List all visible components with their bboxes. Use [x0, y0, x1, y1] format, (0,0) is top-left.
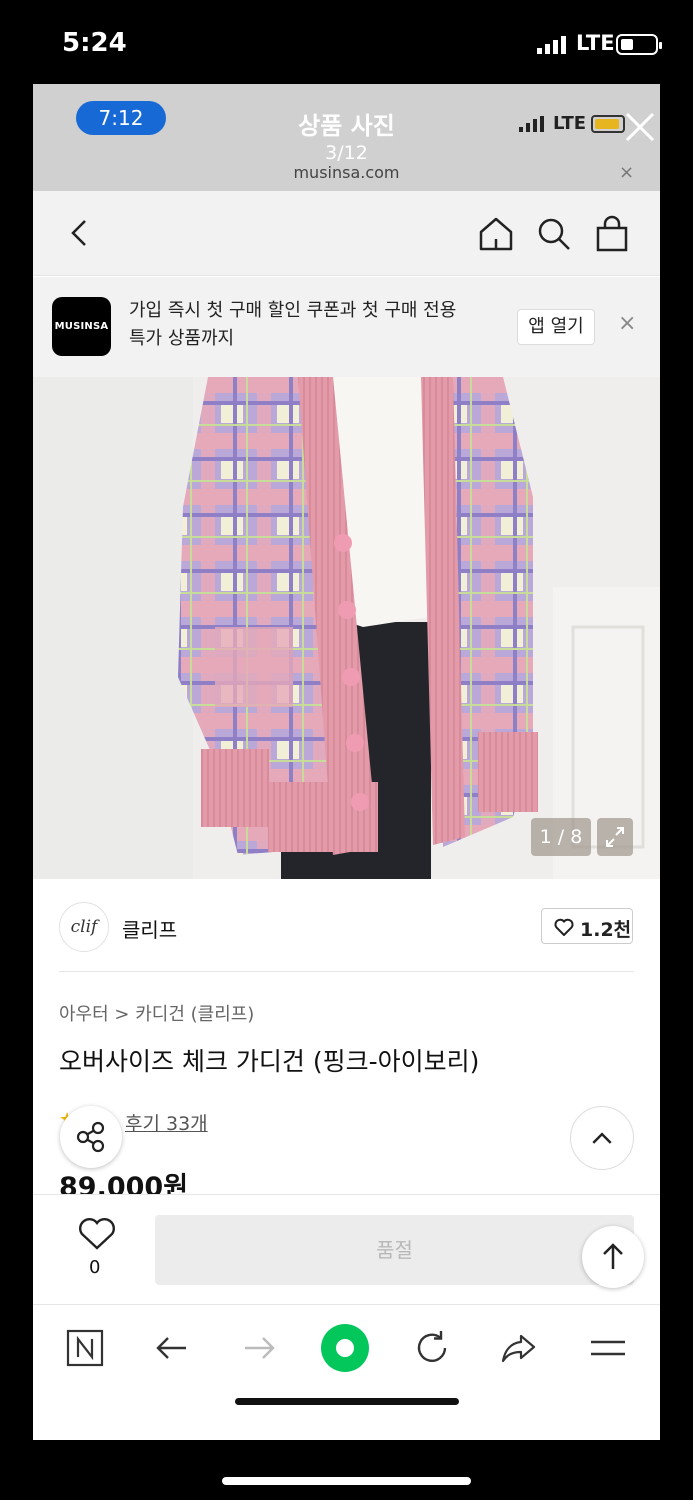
signal-icon — [519, 116, 544, 132]
naver-icon[interactable] — [65, 1328, 105, 1368]
network-label: LTE — [576, 31, 615, 55]
open-app-button[interactable]: 앱 열기 — [517, 309, 595, 345]
app-install-banner: MUSINSA 가입 즉시 첫 구매 할인 쿠폰과 첫 구매 전용 특가 상품까… — [33, 277, 660, 377]
image-counter: 1 / 8 — [531, 818, 591, 856]
banner-text: 가입 즉시 첫 구매 할인 쿠폰과 첫 구매 전용 특가 상품까지 — [129, 297, 499, 353]
arrow-right-icon[interactable] — [239, 1328, 279, 1368]
screenshot-frame: 7:12 상품 사진 3/12 musinsa.com × LTE MUSINS… — [33, 84, 660, 1440]
search-icon[interactable] — [535, 215, 573, 253]
home-icon[interactable] — [477, 215, 515, 253]
arrow-left-icon[interactable] — [152, 1328, 192, 1368]
share-arrow-icon[interactable] — [499, 1328, 539, 1368]
banner-line-1: 가입 즉시 첫 구매 할인 쿠폰과 첫 구매 전용 — [129, 300, 457, 321]
viewer-counter: 3/12 — [325, 142, 368, 164]
shopping-bag-icon[interactable] — [593, 215, 631, 253]
soldout-button[interactable]: 품절 — [155, 1215, 634, 1285]
outer-status-bar: 5:24 LTE — [0, 0, 693, 84]
purchase-bar: 0 품절 — [33, 1194, 660, 1304]
share-icon[interactable] — [60, 1106, 122, 1168]
battery-icon — [616, 34, 662, 55]
banner-close-icon[interactable]: × — [618, 311, 636, 336]
brand-like-count: 1.2천 — [580, 919, 632, 941]
heart-icon[interactable] — [77, 1217, 117, 1251]
expand-icon[interactable] — [597, 818, 633, 856]
network-label: LTE — [553, 113, 587, 134]
heart-icon — [554, 918, 574, 936]
url-close-icon[interactable]: × — [619, 162, 634, 183]
breadcrumb[interactable]: 아우터 > 카디건 (클리프) — [59, 1000, 254, 1026]
banner-line-2: 특가 상품까지 — [129, 328, 235, 349]
menu-icon[interactable] — [588, 1328, 628, 1368]
arrow-up-icon[interactable] — [582, 1226, 644, 1288]
image-viewer-header: 7:12 상품 사진 3/12 musinsa.com × LTE — [33, 84, 660, 191]
refresh-icon[interactable] — [412, 1328, 452, 1368]
outer-time: 5:24 — [62, 28, 127, 58]
browser-toolbar — [33, 1304, 660, 1440]
signal-icon — [537, 36, 566, 54]
home-indicator — [235, 1398, 459, 1405]
site-header — [33, 191, 660, 276]
close-icon[interactable] — [623, 110, 657, 144]
battery-icon — [591, 115, 625, 133]
brand-row[interactable]: clif 클리프 1.2천 — [33, 879, 660, 972]
brand-logo[interactable]: clif — [59, 902, 109, 952]
chevron-up-icon[interactable] — [570, 1106, 634, 1170]
brand-like-button[interactable]: 1.2천 — [541, 908, 633, 944]
back-icon[interactable] — [63, 215, 97, 251]
product-image[interactable]: 1 / 8 — [33, 377, 660, 879]
url-text[interactable]: musinsa.com — [33, 163, 660, 182]
musinsa-logo: MUSINSA — [52, 297, 111, 356]
divider — [59, 971, 634, 972]
brand-name[interactable]: 클리프 — [122, 914, 177, 943]
home-indicator — [222, 1477, 471, 1485]
wish-count: 0 — [89, 1257, 101, 1278]
green-dot-icon[interactable] — [320, 1323, 370, 1373]
review-link[interactable]: 후기 33개 — [125, 1109, 208, 1136]
cardigan-photo — [33, 377, 660, 879]
product-title: 오버사이즈 체크 가디건 (핑크-아이보리) — [59, 1047, 480, 1076]
